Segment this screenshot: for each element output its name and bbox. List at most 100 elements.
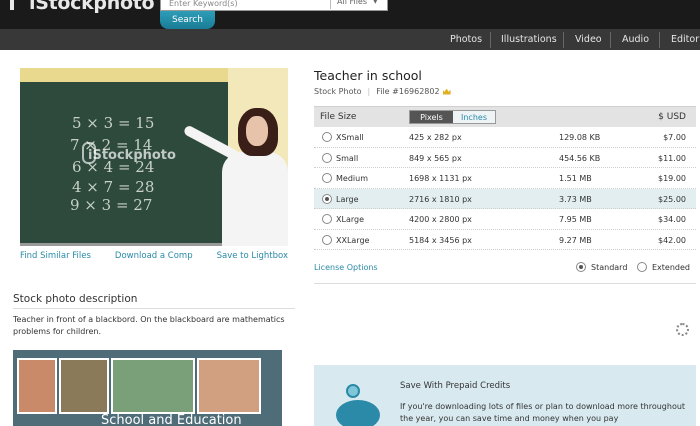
banner-thumb: [59, 358, 109, 414]
license-row: License Options Standard Extended: [314, 262, 696, 282]
size-row-xxlarge[interactable]: XXLarge 5184 x 3456 px 9.27 MB $42.00: [314, 230, 696, 250]
size-rows: XSmall 425 x 282 px 129.08 KB $7.00 Small 849…: [314, 127, 696, 250]
divider: [314, 283, 696, 284]
search-input[interactable]: [161, 0, 331, 10]
credits-text: If you're downloading lots of files or p…: [400, 402, 686, 423]
unit-pixels-tab[interactable]: Pixels: [410, 111, 453, 123]
license-standard-option[interactable]: Standard: [576, 262, 627, 272]
size-dimensions: 2716 x 1810 px: [409, 194, 472, 204]
radio-extended[interactable]: [637, 262, 647, 272]
size-price: $42.00: [658, 235, 686, 245]
board-line: 4 × 7 = 28: [72, 178, 155, 196]
size-radio[interactable]: [322, 193, 332, 204]
stock-photo-preview[interactable]: 5 × 3 = 15 7 × 2 = 14 6 × 4 = 24 4 × 7 =…: [20, 68, 288, 246]
size-radio[interactable]: [322, 152, 332, 163]
license-extended-option[interactable]: Extended: [637, 262, 690, 272]
size-filesize: 9.27 MB: [559, 235, 592, 245]
currency-label[interactable]: $ USD: [658, 112, 686, 122]
piggy-bank-icon: [332, 382, 380, 426]
banner-title: School and Education: [101, 413, 242, 426]
file-size-label: File Size: [320, 112, 357, 122]
size-price: $7.00: [663, 133, 686, 142]
nav-editor[interactable]: Editor: [671, 29, 699, 50]
crown-icon: [442, 88, 451, 95]
size-price: $19.00: [658, 174, 686, 183]
size-filesize: 129.08 KB: [559, 133, 601, 142]
radio-standard[interactable]: [576, 262, 586, 272]
size-row-small[interactable]: Small 849 x 565 px 454.56 KB $11.00: [314, 148, 696, 168]
piggy-body: [336, 400, 380, 426]
banner-thumb: [197, 358, 261, 414]
license-options-link[interactable]: License Options: [314, 263, 378, 272]
nav-video[interactable]: Video: [575, 29, 602, 50]
banner-thumb: [111, 358, 195, 414]
size-row-xsmall[interactable]: XSmall 425 x 282 px 129.08 KB $7.00: [314, 127, 696, 148]
size-row-medium[interactable]: Medium 1698 x 1131 px 1.51 MB $19.00: [314, 168, 696, 189]
unit-inches-tab[interactable]: Inches: [453, 111, 495, 123]
teacher-face: [246, 116, 268, 146]
size-name: XSmall: [336, 133, 364, 142]
board-line: 9 × 3 = 27: [70, 196, 153, 214]
size-name: Small: [336, 153, 359, 163]
size-row-xlarge[interactable]: XLarge 4200 x 2800 px 7.95 MB $34.00: [314, 209, 696, 230]
nav-separator: [659, 32, 660, 48]
size-name: XXLarge: [336, 235, 370, 245]
download-comp-link[interactable]: Download a Comp: [115, 251, 193, 261]
watermark: iStockphoto: [88, 148, 176, 163]
banner-thumb: [17, 358, 57, 414]
photo-links: Find Similar Files Download a Comp Save …: [20, 251, 288, 261]
size-filesize: 454.56 KB: [559, 153, 601, 163]
logo-text: iStockphoto: [29, 0, 155, 14]
size-dimensions: 5184 x 3456 px: [409, 235, 472, 245]
size-row-large[interactable]: Large 2716 x 1810 px 3.73 MB $25.00: [314, 188, 696, 209]
board-line: 5 × 3 = 15: [72, 114, 155, 132]
size-price: $11.00: [658, 153, 686, 163]
chalk-tray: [20, 243, 228, 246]
nav-audio[interactable]: Audio: [622, 29, 649, 50]
description-text: Teacher in front of a blackbord. On the …: [13, 315, 285, 336]
size-filesize: 3.73 MB: [559, 194, 592, 204]
search-button[interactable]: Search: [160, 11, 215, 29]
standard-label: Standard: [591, 262, 628, 272]
coin-icon: [346, 384, 360, 398]
nav-separator: [610, 32, 611, 48]
collection-banner[interactable]: School and Education: [13, 350, 282, 426]
size-name: Large: [336, 194, 359, 204]
size-dimensions: 849 x 565 px: [409, 153, 462, 163]
istock-logo-icon: [10, 0, 19, 11]
file-size-table: File Size Pixels Inches $ USD XSmall 425 …: [314, 106, 696, 250]
size-radio[interactable]: [322, 132, 332, 142]
prepaid-credits-panel: Save With Prepaid Credits If you're down…: [314, 365, 696, 426]
size-radio[interactable]: [322, 214, 332, 224]
file-type: Stock Photo: [314, 87, 362, 96]
file-type-select[interactable]: All Files ▼: [337, 0, 378, 6]
nav-separator: [490, 32, 491, 48]
search-divider: [330, 0, 331, 9]
size-dimensions: 1698 x 1131 px: [409, 174, 472, 183]
nav-photos[interactable]: Photos: [450, 29, 482, 50]
find-similar-link[interactable]: Find Similar Files: [20, 251, 91, 261]
nav-illustrations[interactable]: Illustrations: [501, 29, 557, 50]
credits-title: Save With Prepaid Credits: [400, 381, 511, 391]
logo[interactable]: iStockphoto: [10, 0, 155, 14]
size-dimensions: 425 x 282 px: [409, 133, 462, 142]
nav-separator: [563, 32, 564, 48]
nav-bar: Photos Illustrations Video Audio Editor: [0, 29, 700, 50]
size-filesize: 1.51 MB: [559, 174, 592, 183]
size-name: Medium: [336, 174, 368, 183]
file-meta: Stock Photo | File #16962802: [314, 87, 451, 96]
size-price: $25.00: [658, 194, 686, 204]
loading-spinner-icon: [676, 323, 689, 336]
save-to-lightbox-link[interactable]: Save to Lightbox: [217, 251, 288, 261]
extended-label: Extended: [652, 262, 690, 272]
search-box: All Files ▼: [160, 0, 388, 11]
divider: [13, 308, 295, 309]
size-price: $34.00: [658, 215, 686, 224]
size-radio[interactable]: [322, 173, 332, 183]
size-radio[interactable]: [322, 234, 332, 245]
size-dimensions: 4200 x 2800 px: [409, 215, 472, 224]
teacher-body: [222, 152, 288, 246]
size-name: XLarge: [336, 215, 364, 224]
app: iStockphoto All Files ▼ Search Photos Il…: [0, 0, 700, 426]
top-bar: iStockphoto All Files ▼ Search: [0, 0, 700, 29]
